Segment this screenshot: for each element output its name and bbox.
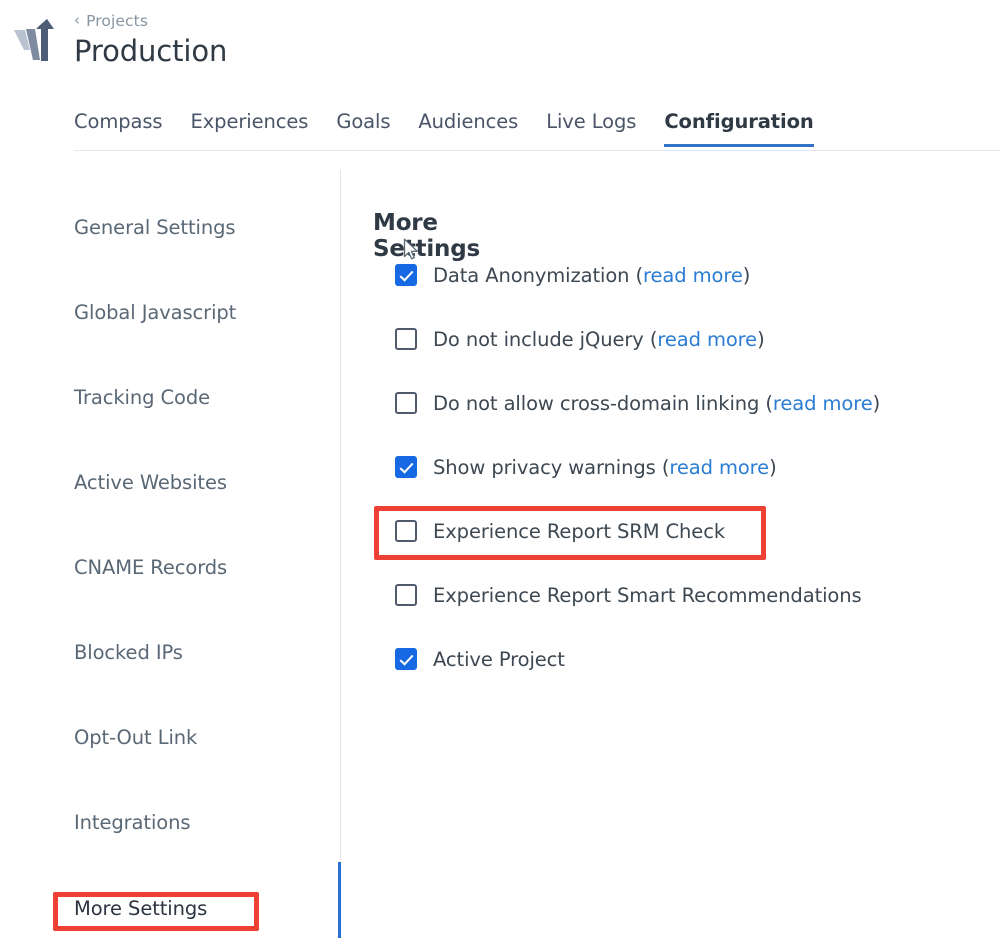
sidebar-item-blocked-ips[interactable]: Blocked IPs bbox=[74, 641, 183, 664]
page-header: ‹ Projects Production bbox=[0, 0, 1000, 100]
open-paren: ( bbox=[644, 328, 658, 351]
close-paren: ) bbox=[769, 456, 777, 479]
open-paren: ( bbox=[629, 264, 643, 287]
sidebar-active-indicator bbox=[338, 862, 341, 938]
settings-checkbox-list: Data Anonymization (read more) Do not in… bbox=[395, 261, 995, 673]
setting-row-show-privacy-warnings[interactable]: Show privacy warnings (read more) bbox=[395, 453, 995, 481]
breadcrumb-projects-link[interactable]: Projects bbox=[86, 12, 148, 30]
sidebar-divider bbox=[340, 170, 341, 862]
open-paren: ( bbox=[759, 392, 773, 415]
setting-row-smart-recommendations[interactable]: Experience Report Smart Recommendations bbox=[395, 581, 995, 609]
breadcrumb[interactable]: ‹ Projects bbox=[74, 12, 148, 30]
sidebar-item-general-settings[interactable]: General Settings bbox=[74, 216, 235, 239]
tab-compass[interactable]: Compass bbox=[74, 110, 163, 147]
primary-tabs: Compass Experiences Goals Audiences Live… bbox=[74, 110, 814, 147]
read-more-link-no-cross-domain-linking[interactable]: read more bbox=[773, 392, 873, 415]
configuration-sidebar: General Settings Global Javascript Track… bbox=[0, 168, 340, 938]
section-title: More Settings bbox=[373, 210, 480, 262]
open-paren: ( bbox=[656, 456, 670, 479]
setting-row-data-anonymization[interactable]: Data Anonymization (read more) bbox=[395, 261, 995, 289]
setting-label-data-anonymization: Data Anonymization (read more) bbox=[433, 264, 750, 287]
checkbox-show-privacy-warnings[interactable] bbox=[395, 456, 417, 478]
chevron-left-icon: ‹ bbox=[74, 13, 80, 28]
sidebar-item-more-settings[interactable]: More Settings bbox=[74, 897, 207, 920]
checkbox-srm-check[interactable] bbox=[395, 520, 417, 542]
tab-experiences[interactable]: Experiences bbox=[191, 110, 309, 147]
tabs-divider bbox=[74, 150, 1000, 151]
sidebar-item-integrations[interactable]: Integrations bbox=[74, 811, 190, 834]
checkbox-smart-recommendations[interactable] bbox=[395, 584, 417, 606]
tab-audiences[interactable]: Audiences bbox=[418, 110, 518, 147]
setting-text: Do not include jQuery bbox=[433, 328, 644, 351]
close-paren: ) bbox=[873, 392, 881, 415]
setting-text: Show privacy warnings bbox=[433, 456, 656, 479]
checkbox-no-jquery[interactable] bbox=[395, 328, 417, 350]
tab-configuration[interactable]: Configuration bbox=[664, 110, 813, 147]
setting-row-no-cross-domain-linking[interactable]: Do not allow cross-domain linking (read … bbox=[395, 389, 995, 417]
setting-label-show-privacy-warnings: Show privacy warnings (read more) bbox=[433, 456, 777, 479]
sidebar-item-cname-records[interactable]: CNAME Records bbox=[74, 556, 227, 579]
visual-web-optimizer-logo bbox=[8, 16, 58, 66]
page-title: Production bbox=[74, 34, 227, 68]
checkbox-no-cross-domain-linking[interactable] bbox=[395, 392, 417, 414]
setting-row-no-jquery[interactable]: Do not include jQuery (read more) bbox=[395, 325, 995, 353]
close-paren: ) bbox=[757, 328, 765, 351]
setting-row-active-project[interactable]: Active Project bbox=[395, 645, 995, 673]
setting-text: Do not allow cross-domain linking bbox=[433, 392, 759, 415]
sidebar-item-global-javascript[interactable]: Global Javascript bbox=[74, 301, 236, 324]
close-paren: ) bbox=[743, 264, 751, 287]
read-more-link-show-privacy-warnings[interactable]: read more bbox=[669, 456, 769, 479]
read-more-link-data-anonymization[interactable]: read more bbox=[643, 264, 743, 287]
setting-label-srm-check: Experience Report SRM Check bbox=[433, 520, 725, 543]
sidebar-item-active-websites[interactable]: Active Websites bbox=[74, 471, 227, 494]
sidebar-item-tracking-code[interactable]: Tracking Code bbox=[74, 386, 210, 409]
checkbox-active-project[interactable] bbox=[395, 648, 417, 670]
setting-row-srm-check[interactable]: Experience Report SRM Check bbox=[395, 517, 995, 545]
setting-label-smart-recommendations: Experience Report Smart Recommendations bbox=[433, 584, 862, 607]
sidebar-item-opt-out-link[interactable]: Opt-Out Link bbox=[74, 726, 197, 749]
setting-label-no-cross-domain-linking: Do not allow cross-domain linking (read … bbox=[433, 392, 880, 415]
tab-goals[interactable]: Goals bbox=[336, 110, 390, 147]
setting-label-active-project: Active Project bbox=[433, 648, 565, 671]
checkbox-data-anonymization[interactable] bbox=[395, 264, 417, 286]
tab-live-logs[interactable]: Live Logs bbox=[546, 110, 636, 147]
setting-label-no-jquery: Do not include jQuery (read more) bbox=[433, 328, 765, 351]
read-more-link-no-jquery[interactable]: read more bbox=[657, 328, 757, 351]
setting-text: Data Anonymization bbox=[433, 264, 629, 287]
